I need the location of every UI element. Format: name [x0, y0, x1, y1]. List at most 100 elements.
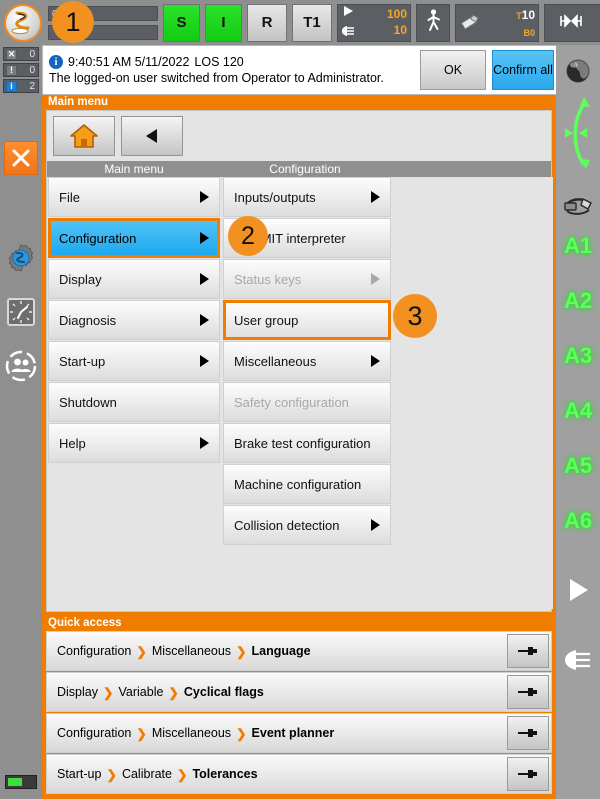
quick-access-row[interactable]: Start-up ❯ Calibrate ❯ Tolerances: [46, 754, 552, 794]
menu-item-file[interactable]: File: [48, 177, 220, 217]
pin-icon[interactable]: [507, 757, 549, 791]
menu-item-label: Inputs/outputs: [234, 189, 316, 205]
menu-item-diagnosis[interactable]: Diagnosis: [48, 300, 220, 340]
quick-access-path: Display ❯ Variable ❯ Cyclical flags: [47, 673, 505, 711]
quick-access-row[interactable]: Display ❯ Variable ❯ Cyclical flags: [46, 672, 552, 712]
tool-icon[interactable]: [558, 185, 598, 225]
ok-button[interactable]: OK: [420, 50, 486, 90]
close-x-icon[interactable]: [4, 141, 38, 175]
kuka-robot-icon[interactable]: [4, 3, 42, 42]
status-button-t1[interactable]: T1: [292, 3, 332, 42]
message-counter-error[interactable]: ✕ 0: [3, 47, 39, 61]
path-separator-icon: ❯: [168, 685, 179, 700]
hand-jog-icon[interactable]: [558, 640, 598, 680]
menu-item-display[interactable]: Display: [48, 259, 220, 299]
confirm-all-button[interactable]: Confirm all: [492, 50, 554, 90]
chevron-right-icon: [200, 437, 209, 449]
robot-settings-icon[interactable]: [4, 241, 38, 275]
pin-icon[interactable]: [507, 716, 549, 750]
increment-mode-button[interactable]: [416, 3, 450, 42]
tool-base-icon: [459, 10, 481, 36]
menu-item-label: Help: [59, 435, 86, 451]
message-box[interactable]: i 9:40:51 AM 5/11/2022 LOS 120 The logge…: [42, 45, 558, 95]
path-segment-2: Variable: [118, 685, 164, 699]
back-arrow-icon[interactable]: [121, 116, 183, 156]
main-menu-navbar: [47, 111, 551, 161]
message-body: The logged-on user switched from Operato…: [49, 71, 384, 85]
user-group-icon[interactable]: [4, 349, 38, 383]
path-separator-icon: ❯: [136, 726, 147, 741]
path-segment-3: Language: [251, 644, 311, 658]
path-segment-1: Configuration: [57, 726, 132, 740]
menu-item-brake-test-configuration[interactable]: Brake test configuration: [223, 423, 391, 463]
menu-item-collision-detection[interactable]: Collision detection: [223, 505, 391, 545]
axis-label-a2[interactable]: A2: [558, 284, 598, 318]
status-button-s[interactable]: S: [163, 3, 200, 42]
pin-icon[interactable]: [507, 675, 549, 709]
status-button-i[interactable]: I: [205, 3, 242, 42]
path-segment-2: Miscellaneous: [151, 644, 232, 658]
override-jog-value: 10: [393, 23, 407, 37]
quick-access-row[interactable]: Configuration ❯ Miscellaneous ❯ Language: [46, 631, 552, 671]
chevron-right-icon: [200, 355, 209, 367]
message-counter-warning[interactable]: ! 0: [3, 63, 39, 77]
axis-label-a5[interactable]: A5: [558, 449, 598, 483]
play-icon[interactable]: [558, 570, 598, 610]
message-area: ✕ 0 ! 0 i 2 i 9:40:51 AM 5/11/2022 LOS 1…: [0, 45, 600, 95]
tool-value: 10: [521, 7, 535, 22]
path-segment-1: Start-up: [57, 767, 102, 781]
axis-label-a3[interactable]: A3: [558, 339, 598, 373]
quick-access-path: Start-up ❯ Calibrate ❯ Tolerances: [47, 755, 505, 793]
path-segment-3: Cyclical flags: [183, 685, 264, 699]
world-coordinates-icon[interactable]: [558, 51, 598, 91]
path-segment-2: Calibrate: [121, 767, 172, 781]
menu-item-user-group[interactable]: User group: [223, 300, 391, 340]
path-segment-2: Miscellaneous: [151, 726, 232, 740]
battery-icon: [5, 775, 37, 789]
main-menu-panel: Main menu Main menu Configuration File C…: [42, 95, 556, 616]
message-timestamp: 9:40:51 AM 5/11/2022: [68, 55, 190, 69]
message-counter-info[interactable]: i 2: [3, 79, 39, 93]
menu-item-inputs-outputs[interactable]: Inputs/outputs: [223, 177, 391, 217]
message-text-area: i 9:40:51 AM 5/11/2022 LOS 120 The logge…: [43, 46, 417, 94]
menu-item-label: Configuration: [59, 230, 137, 246]
axis-label-a6[interactable]: A6: [558, 504, 598, 538]
override-button[interactable]: 100 10: [337, 3, 411, 42]
chevron-right-icon: [371, 519, 380, 531]
path-separator-icon: ❯: [236, 644, 247, 659]
path-segment-3: Event planner: [251, 726, 335, 740]
warning-count: 0: [29, 64, 35, 76]
hand-icon: [341, 24, 356, 41]
clock-icon[interactable]: [4, 295, 38, 329]
menu-item-shutdown[interactable]: Shutdown: [48, 382, 220, 422]
menu-item-label: Display: [59, 271, 102, 287]
chevron-right-icon: [200, 314, 209, 326]
tool-base-button[interactable]: T10 B0: [455, 3, 539, 42]
base-value: 0: [529, 27, 535, 38]
message-counters: ✕ 0 ! 0 i 2: [0, 45, 42, 95]
menu-item-miscellaneous[interactable]: Miscellaneous: [223, 341, 391, 381]
path-separator-icon: ❯: [136, 644, 147, 659]
menu-item-configuration[interactable]: Configuration: [48, 218, 220, 258]
callout-marker-1: 1: [52, 1, 94, 43]
axis-labels: A1 A2 A3 A4 A5 A6: [558, 229, 598, 538]
info-count: 2: [29, 80, 35, 92]
axis-label-a1[interactable]: A1: [558, 229, 598, 263]
menu-item-label: Diagnosis: [59, 312, 117, 328]
home-button[interactable]: [53, 116, 115, 156]
menu-item-help[interactable]: Help: [48, 423, 220, 463]
chevron-right-icon: [200, 273, 209, 285]
main-menu-inner: Main menu Configuration File Configurati…: [46, 110, 553, 613]
main-menu-panel-title: Main menu: [48, 96, 109, 108]
main-menu-columns: File Configuration Display Diagnosis Sta…: [47, 177, 553, 613]
menu-item-safety-configuration: Safety configuration: [223, 382, 391, 422]
increment-button[interactable]: ∞: [544, 3, 600, 42]
menu-item-machine-configuration[interactable]: Machine configuration: [223, 464, 391, 504]
menu-item-label: Miscellaneous: [234, 353, 317, 369]
status-button-r[interactable]: R: [247, 3, 287, 42]
quick-access-row[interactable]: Configuration ❯ Miscellaneous ❯ Event pl…: [46, 713, 552, 753]
jog-direction-arc-icon[interactable]: [558, 93, 598, 173]
axis-label-a4[interactable]: A4: [558, 394, 598, 428]
pin-icon[interactable]: [507, 634, 549, 668]
menu-item-start-up[interactable]: Start-up: [48, 341, 220, 381]
